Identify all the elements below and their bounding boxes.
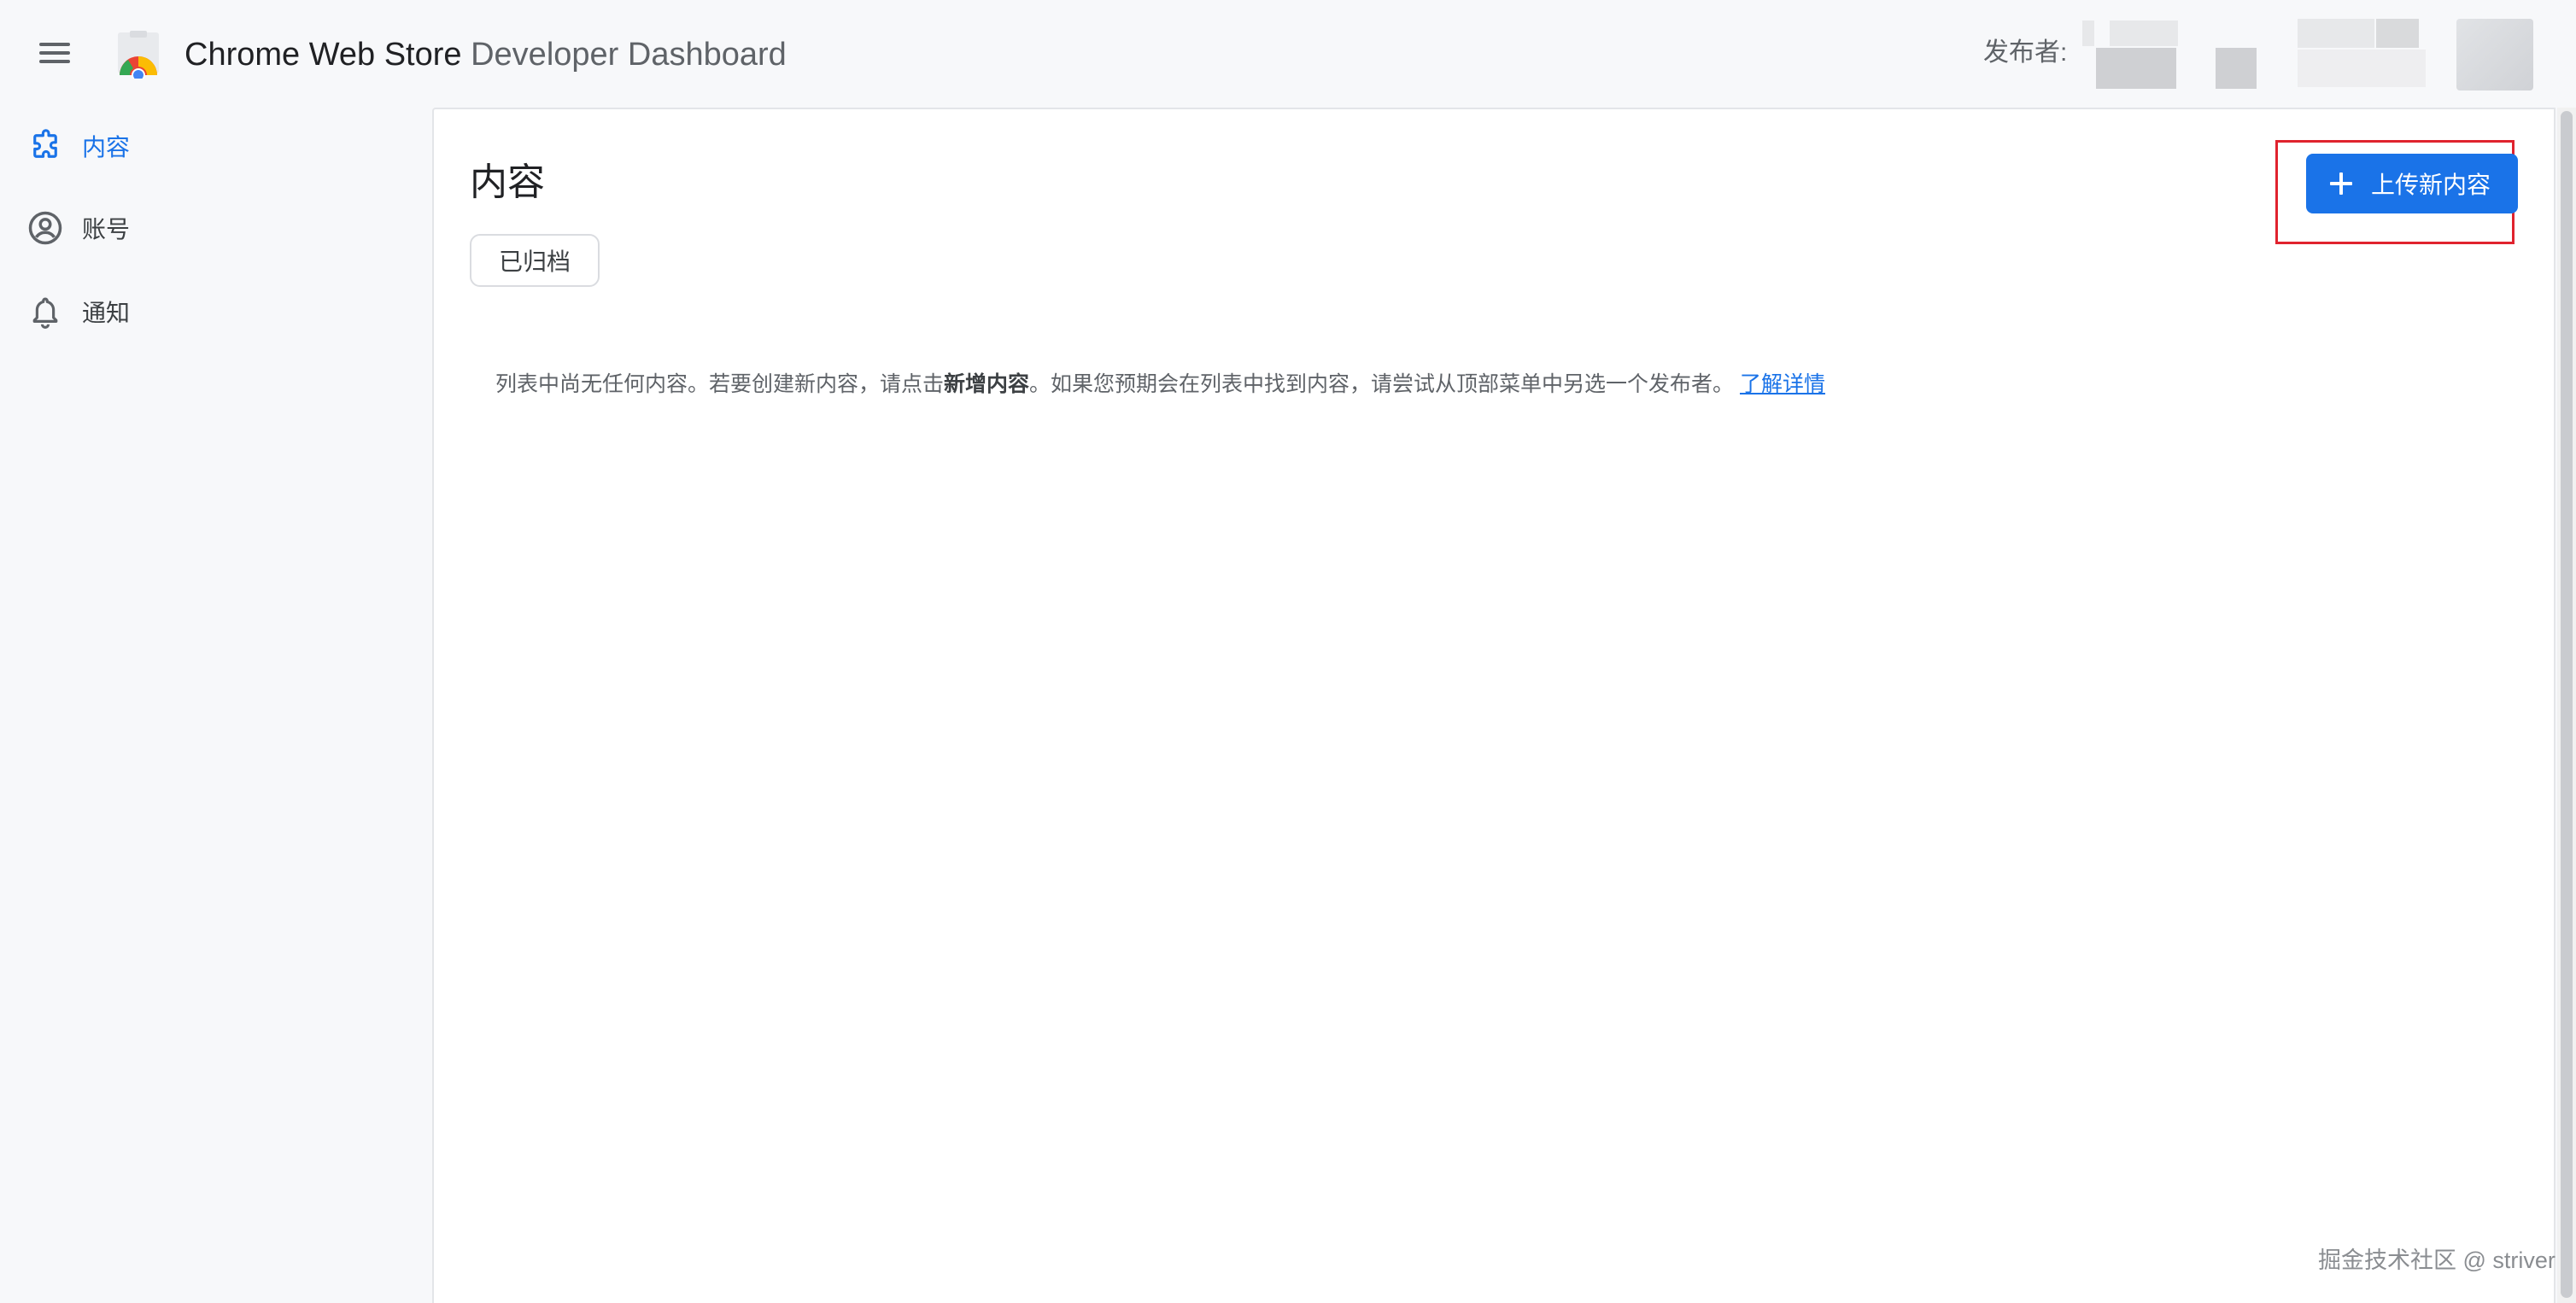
upload-button-label: 上传新内容 xyxy=(2371,172,2491,198)
page-title: 内容 xyxy=(470,161,545,203)
sidebar-item-notifications[interactable]: 通知 xyxy=(22,282,415,342)
avatar[interactable] xyxy=(2456,19,2533,91)
bell-icon xyxy=(26,292,65,331)
main-content: 内容 已归档 列表中尚无任何内容。若要创建新内容，请点击新增内容。如果您预期会在… xyxy=(432,108,2556,1303)
empty-message-bold: 新增内容 xyxy=(944,372,1030,396)
puzzle-icon xyxy=(26,126,65,166)
watermark: 掘金技术社区 @ striver xyxy=(2318,1247,2556,1273)
publisher-label: 发布者: xyxy=(1983,38,2068,67)
app-header: Chrome Web Store Developer Dashboard 发布者… xyxy=(0,0,2576,108)
app-title-main: Chrome Web Store xyxy=(184,37,462,73)
plus-icon xyxy=(2330,172,2352,195)
scrollbar-thumb[interactable] xyxy=(2561,111,2573,1298)
archived-filter-chip[interactable]: 已归档 xyxy=(470,234,600,287)
app-title-sub: Developer Dashboard xyxy=(461,37,787,73)
empty-state-message: 列表中尚无任何内容。若要创建新内容，请点击新增内容。如果您预期会在列表中找到内容… xyxy=(495,359,1825,410)
vertical-scrollbar[interactable] xyxy=(2557,108,2576,1303)
sidebar-item-account[interactable]: 账号 xyxy=(22,198,415,258)
upload-new-item-button[interactable]: 上传新内容 xyxy=(2306,154,2518,213)
sidebar-item-label: 通知 xyxy=(82,300,131,326)
sidebar-item-label: 账号 xyxy=(82,216,131,242)
sidebar-item-content[interactable]: 内容 xyxy=(22,116,415,176)
hamburger-menu-icon[interactable] xyxy=(38,39,72,67)
sidebar: 内容 账号 通知 xyxy=(0,108,432,1303)
learn-more-link[interactable]: 了解详情 xyxy=(1740,372,1825,396)
chrome-web-store-logo[interactable] xyxy=(114,31,162,79)
app-title: Chrome Web Store Developer Dashboard xyxy=(184,32,787,77)
sidebar-item-label: 内容 xyxy=(82,134,131,161)
empty-message-text: 列表中尚无任何内容。若要创建新内容，请点击 xyxy=(495,372,945,396)
account-circle-icon xyxy=(26,208,65,248)
empty-message-text-after: 。如果您预期会在列表中找到内容，请尝试从顶部菜单中另选一个发布者。 xyxy=(1029,372,1735,396)
